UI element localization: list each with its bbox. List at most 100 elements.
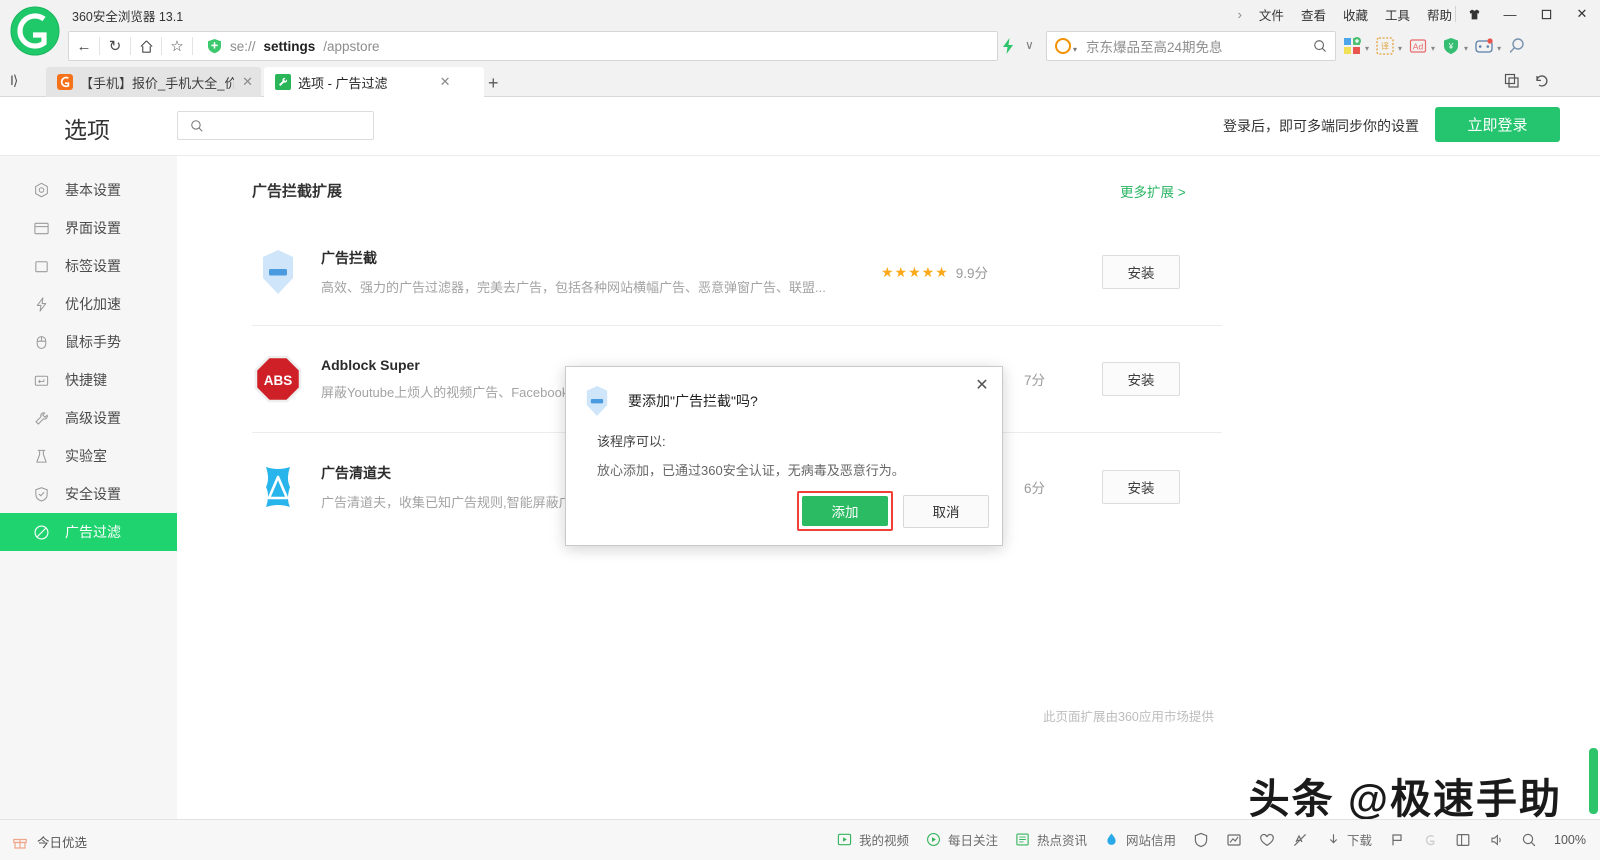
sidebar-item-interface[interactable]: 界面设置 (0, 209, 177, 247)
login-hint-text: 登录后，即可多端同步你的设置 (1223, 118, 1419, 134)
sidebar-item-lab[interactable]: 实验室 (0, 437, 177, 475)
page-scrollbar-thumb[interactable] (1589, 748, 1598, 814)
sidebar-item-optimize[interactable]: 优化加速 (0, 285, 177, 323)
url-display[interactable]: se:// settings/appstore (193, 38, 997, 54)
sidebar-item-gestures[interactable]: 鼠标手势 (0, 323, 177, 361)
extension-info: 广告拦截 高效、强力的广告过滤器，完美去广告，包括各种网站横幅广告、恶意弹窗广告… (321, 248, 881, 296)
flask-icon (33, 448, 50, 465)
menu-item-file[interactable]: 文件 (1259, 5, 1284, 24)
sidebar-item-shortcuts[interactable]: 快捷键 (0, 361, 177, 399)
chevron-down-icon[interactable]: ▾ (1431, 44, 1435, 53)
adblock-shield-icon (252, 247, 303, 298)
shield-icon[interactable] (1193, 832, 1209, 848)
menu-item-favorites[interactable]: 收藏 (1343, 5, 1368, 24)
download-arrow-icon (1325, 832, 1341, 848)
home-icon[interactable] (131, 32, 161, 60)
maximize-button[interactable] (1528, 0, 1564, 28)
tab-title: 【手机】报价_手机大全_价格图片 (80, 75, 235, 91)
daily-focus-button[interactable]: 每日关注 (926, 830, 998, 849)
settings-search-input[interactable] (211, 118, 387, 133)
svg-text:译: 译 (1381, 42, 1389, 51)
money-shield-icon[interactable]: ¥ (1441, 36, 1461, 56)
search-icon (190, 119, 204, 133)
sidebar-item-adfilter[interactable]: 广告过滤 (0, 513, 177, 551)
zoom-level-label[interactable]: 100% (1554, 833, 1586, 847)
skin-icon[interactable] (1456, 0, 1492, 28)
reading-mode-icon[interactable] (1455, 832, 1471, 848)
svg-text:¥: ¥ (1448, 42, 1454, 51)
mute-ad-icon[interactable] (1292, 832, 1308, 848)
page-title: 选项 (64, 117, 110, 143)
sidebar-item-advanced[interactable]: 高级设置 (0, 399, 177, 437)
dialog-title: 要添加"广告拦截"吗? (628, 393, 758, 409)
block-circle-icon (33, 524, 50, 541)
menu-item-tools[interactable]: 工具 (1385, 5, 1410, 24)
cleaner-blue-icon (252, 461, 303, 512)
login-button[interactable]: 立即登录 (1435, 107, 1560, 142)
game-controller-icon[interactable] (1474, 36, 1494, 56)
browser-tab-2[interactable]: 选项 - 广告过滤 ✕ (264, 67, 484, 97)
search-engine-icon[interactable] (1055, 38, 1071, 54)
back-icon[interactable]: ← (69, 32, 99, 60)
tab-close-icon[interactable]: ✕ (440, 74, 451, 90)
status-label: 网站信用 (1125, 834, 1176, 848)
menu-item-help[interactable]: 帮助 (1427, 5, 1452, 24)
navigation-bar: ← ↻ ☆ se:// settings/appstore ∨ ▾ 京东爆品至高2… (0, 28, 1600, 64)
chart-icon[interactable] (1226, 832, 1242, 848)
chevron-down-icon[interactable]: ▾ (1365, 44, 1369, 53)
gift-icon (12, 834, 28, 850)
heart-shield-icon[interactable] (1259, 832, 1275, 848)
website-credit-button[interactable]: 网站信用 (1104, 830, 1176, 849)
sidebar-item-tabs[interactable]: 标签设置 (0, 247, 177, 285)
undo-close-tab-icon[interactable] (1534, 73, 1550, 89)
abs-stop-icon: ABS (252, 354, 303, 405)
new-tab-button[interactable]: + (488, 73, 499, 94)
translate-icon[interactable]: 译 (1375, 36, 1395, 56)
menu-item-view[interactable]: 查看 (1301, 5, 1326, 24)
today-picks-button[interactable]: 今日优选 (12, 832, 87, 851)
copy-page-icon[interactable] (1504, 73, 1520, 89)
add-button[interactable]: 添加 (802, 496, 888, 526)
install-button[interactable]: 安装 (1102, 362, 1180, 396)
tab-list-button[interactable]: I⟩ (10, 72, 18, 89)
speed-lightning-icon[interactable] (1000, 37, 1016, 55)
adblock-aa-icon[interactable]: Ad (1408, 36, 1428, 56)
sidebar-item-label: 广告过滤 (65, 524, 121, 540)
close-icon[interactable]: ✕ (972, 375, 992, 395)
tab-close-icon[interactable]: ✕ (242, 74, 253, 90)
settings-search-box[interactable] (177, 111, 387, 140)
browser-tab-1[interactable]: 【手机】报价_手机大全_价格图片 ✕ (46, 67, 261, 97)
close-button[interactable]: ✕ (1564, 0, 1600, 28)
install-button[interactable]: 安装 (1102, 255, 1180, 289)
app-title: 360安全浏览器 13.1 (72, 10, 184, 24)
magnifier-tool-icon[interactable] (1507, 36, 1527, 56)
sidebar-item-basic[interactable]: 基本设置 (0, 171, 177, 209)
my-video-button[interactable]: 我的视频 (837, 830, 909, 849)
sidebar-item-security[interactable]: 安全设置 (0, 475, 177, 513)
download-button[interactable]: 下载 (1325, 830, 1372, 849)
chevron-down-icon[interactable]: ▾ (1398, 44, 1402, 53)
wrench-favicon (275, 74, 291, 90)
minimize-button[interactable]: — (1492, 0, 1528, 28)
settings-sidebar: 基本设置 界面设置 标签设置 优化加速 鼠标手势 快捷键 高级设置 实验室 安全… (0, 156, 177, 819)
sidebar-item-label: 实验室 (65, 448, 107, 464)
chevron-down-icon[interactable]: ▾ (1464, 44, 1468, 53)
reload-icon[interactable]: ↻ (100, 32, 130, 60)
search-bar[interactable]: ▾ 京东爆品至高24期免息 (1046, 31, 1336, 61)
more-extensions-link[interactable]: 更多扩展 > (1120, 181, 1186, 201)
apps-grid-icon[interactable] (1342, 36, 1362, 56)
cancel-button[interactable]: 取消 (903, 494, 989, 528)
hot-news-button[interactable]: 热点资讯 (1015, 830, 1087, 849)
search-engine-dropdown-icon[interactable]: ∨ (1025, 38, 1034, 52)
sound-icon[interactable] (1488, 832, 1504, 848)
svg-text:ABS: ABS (263, 373, 292, 388)
dialog-buttons: 添加 取消 (797, 491, 989, 531)
find-icon[interactable] (1521, 832, 1537, 848)
menu-expand-icon[interactable]: › (1238, 7, 1242, 22)
bookmark-star-icon[interactable]: ☆ (162, 32, 192, 60)
search-input[interactable]: 京东爆品至高24期免息 (1077, 36, 1313, 56)
search-icon[interactable] (1313, 39, 1327, 53)
chevron-down-icon[interactable]: ▾ (1497, 44, 1501, 53)
flag-icon[interactable] (1389, 832, 1405, 848)
install-button[interactable]: 安装 (1102, 469, 1180, 504)
